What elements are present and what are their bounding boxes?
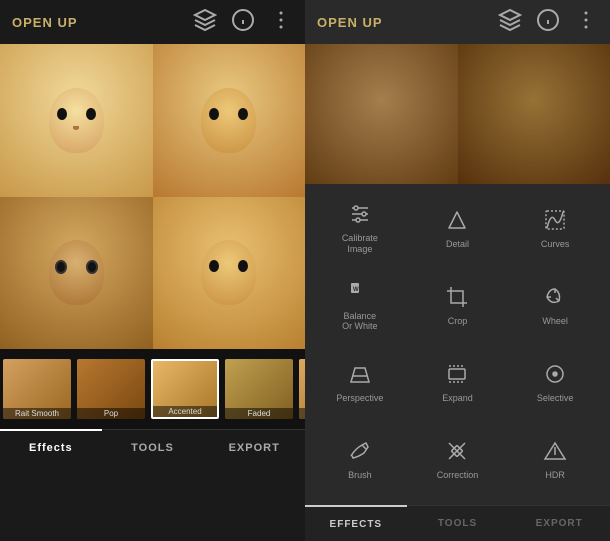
main-image [0,44,305,349]
perspective-label: Perspective [336,393,383,404]
more-icon-left[interactable] [269,8,293,37]
tool-crop[interactable]: Crop [411,269,505,342]
detail-label: Detail [446,239,469,250]
left-header-icons [193,8,293,37]
left-bottom-tabs: Effects TOOLS EXPORT [0,429,305,465]
thumb-label-1: Pop [77,408,145,419]
crop-icon [445,285,469,313]
hdr-label: HDR [545,470,565,481]
more-icon-right[interactable] [574,8,598,37]
tool-calibrate[interactable]: CalibrateImage [313,192,407,265]
thumb-label-4: Glow [299,408,305,419]
right-panel: OPEN UP [305,0,610,541]
info-icon-left[interactable] [231,8,255,37]
tool-perspective[interactable]: Perspective [313,347,407,420]
thumb-label-3: Faded [225,408,293,419]
brush-icon [348,439,372,467]
thumbnail-rait-smooth[interactable]: Rait Smooth [3,359,71,419]
right-bottom-tabs: EFFECTS TOOLS EXPORT [305,505,610,541]
tool-detail[interactable]: Detail [411,192,505,265]
tool-white-balance[interactable]: WB BalanceOr White [313,269,407,342]
layers-icon-left[interactable] [193,8,217,37]
left-header: OPEN UP [0,0,305,44]
correction-label: Correction [437,470,479,481]
tool-curves[interactable]: Curves [508,192,602,265]
white-balance-label: BalanceOr White [342,311,378,333]
info-icon-right[interactable] [536,8,560,37]
right-header: OPEN UP [305,0,610,44]
crop-label: Crop [448,316,468,327]
expand-label: Expand [442,393,473,404]
brush-label: Brush [348,470,372,481]
tool-hdr[interactable]: HDR [508,424,602,497]
white-balance-icon: WB [348,280,372,308]
tab-tools-right[interactable]: TOOLS [407,505,509,541]
perspective-icon [348,362,372,390]
thumb-label-0: Rait Smooth [3,408,71,419]
tab-export-left[interactable]: EXPORT [203,429,305,465]
app-title-right: OPEN UP [317,15,383,30]
expand-icon [445,362,469,390]
correction-icon [445,439,469,467]
selective-icon [543,362,567,390]
tools-grid: CalibrateImage Detail Curves [305,184,610,505]
tool-brush[interactable]: Brush [313,424,407,497]
thumbnail-faded[interactable]: Faded [225,359,293,419]
left-panel: OPEN UP [0,0,305,541]
hdr-icon [543,439,567,467]
tab-export-right[interactable]: EXPORT [508,505,610,541]
detail-icon [445,208,469,236]
curves-label: Curves [541,239,570,250]
right-image-preview [305,44,610,184]
tool-correction[interactable]: Correction [411,424,505,497]
wheel-icon [543,285,567,313]
tool-wheel[interactable]: Wheel [508,269,602,342]
selective-label: Selective [537,393,574,404]
right-header-icons [498,8,598,37]
tab-effects[interactable]: Effects [0,429,102,465]
curves-icon [543,208,567,236]
calibrate-icon [348,202,372,230]
wheel-label: Wheel [542,316,568,327]
calibrate-label: CalibrateImage [342,233,378,255]
thumbnail-accented[interactable]: Accented [151,359,219,419]
app-title-left: OPEN UP [12,15,78,30]
tab-effects-right[interactable]: EFFECTS [305,505,407,541]
thumbnail-pop[interactable]: Pop [77,359,145,419]
thumb-label-2: Accented [153,406,217,417]
tab-tools-left[interactable]: TOOLS [102,429,204,465]
tool-expand[interactable]: Expand [411,347,505,420]
thumbnail-glow[interactable]: Glow [299,359,305,419]
tool-selective[interactable]: Selective [508,347,602,420]
svg-text:WB: WB [353,287,364,293]
thumbnail-strip: Rait Smooth Pop Accented Faded Glow M [0,349,305,429]
layers-icon-right[interactable] [498,8,522,37]
